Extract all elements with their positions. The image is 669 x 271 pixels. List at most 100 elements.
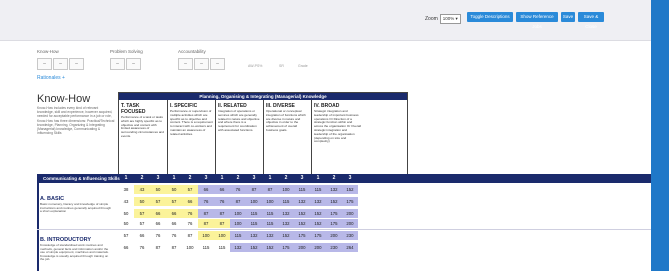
points-cell[interactable]: 152	[294, 219, 310, 228]
points-cell[interactable]: 152	[326, 197, 342, 206]
points-cell[interactable]: 66	[166, 209, 182, 218]
points-cell[interactable]: 100	[230, 209, 246, 218]
points-cell[interactable]: 57	[182, 185, 198, 194]
points-cell[interactable]: 132	[278, 209, 294, 218]
points-cell[interactable]: 57	[166, 197, 182, 206]
points-cell[interactable]: 50	[166, 185, 182, 194]
points-cell[interactable]: 132	[294, 197, 310, 206]
right-scroll-strip[interactable]	[651, 0, 669, 271]
zoom-select[interactable]: 100% ▾	[439, 13, 461, 24]
points-cell[interactable]: 175	[278, 243, 294, 252]
points-cell[interactable]: 100	[214, 231, 230, 240]
points-cell[interactable]: 87	[150, 243, 166, 252]
points-cell[interactable]: 76	[182, 209, 198, 218]
points-cell[interactable]: 87	[182, 231, 198, 240]
points-cell[interactable]: 175	[326, 209, 342, 218]
points-cell[interactable]: 87	[246, 185, 262, 194]
accountability-select-3[interactable]: –	[210, 58, 225, 70]
points-cell[interactable]: 200	[310, 243, 326, 252]
points-cell[interactable]: 50	[118, 209, 134, 218]
points-cell[interactable]: 115	[278, 197, 294, 206]
points-cell[interactable]: 76	[166, 231, 182, 240]
points-cell[interactable]: 87	[214, 209, 230, 218]
points-cell[interactable]: 57	[150, 197, 166, 206]
points-cell[interactable]: 200	[326, 231, 342, 240]
points-cell[interactable]: 100	[198, 231, 214, 240]
points-cell[interactable]: 115	[214, 243, 230, 252]
points-cell[interactable]: 76	[150, 231, 166, 240]
points-cell[interactable]: 152	[310, 209, 326, 218]
points-cell[interactable]: 115	[198, 243, 214, 252]
points-cell[interactable]: 43	[118, 197, 134, 206]
points-cell[interactable]: 87	[198, 209, 214, 218]
show-reference-jobs-button[interactable]: Show Reference Jobs	[516, 12, 558, 29]
aw-ps-field[interactable]: AW-PS%	[248, 64, 262, 68]
points-cell[interactable]: 152	[246, 243, 262, 252]
points-cell[interactable]: 50	[118, 219, 134, 228]
points-cell[interactable]: 100	[182, 243, 198, 252]
points-cell[interactable]: 76	[214, 197, 230, 206]
points-cell[interactable]: 66	[150, 219, 166, 228]
points-cell[interactable]: 87	[230, 197, 246, 206]
points-cell[interactable]: 87	[198, 219, 214, 228]
points-cell[interactable]: 175	[342, 197, 358, 206]
points-cell[interactable]: 115	[262, 219, 278, 228]
toggle-descriptions-button[interactable]: Toggle Descriptions	[467, 12, 513, 22]
points-cell[interactable]: 87	[262, 185, 278, 194]
points-cell[interactable]: 57	[118, 231, 134, 240]
points-cell[interactable]: 66	[118, 243, 134, 252]
points-cell[interactable]: 100	[278, 185, 294, 194]
points-cell[interactable]: 43	[134, 185, 150, 194]
points-cell[interactable]: 66	[198, 185, 214, 194]
points-cell[interactable]: 100	[230, 219, 246, 228]
points-cell[interactable]: 66	[150, 209, 166, 218]
accountability-select-1[interactable]: –	[178, 58, 193, 70]
points-cell[interactable]: 200	[294, 243, 310, 252]
points-cell[interactable]: 132	[278, 219, 294, 228]
points-cell[interactable]: 115	[246, 219, 262, 228]
grade-field[interactable]: Grade	[298, 64, 308, 68]
points-cell[interactable]: 76	[134, 243, 150, 252]
points-cell[interactable]: 175	[326, 219, 342, 228]
points-cell[interactable]: 76	[198, 197, 214, 206]
points-cell[interactable]: 175	[294, 231, 310, 240]
problem-solving-select-2[interactable]: –	[126, 58, 141, 70]
points-cell[interactable]: 152	[262, 243, 278, 252]
points-cell[interactable]: 66	[166, 219, 182, 228]
save-close-button[interactable]: Save & Close	[578, 12, 604, 29]
sr-field[interactable]: SR	[279, 64, 284, 68]
points-cell[interactable]: 230	[326, 243, 342, 252]
points-cell[interactable]: 115	[310, 185, 326, 194]
problem-solving-select-1[interactable]: –	[110, 58, 125, 70]
points-cell[interactable]: 132	[230, 243, 246, 252]
accountability-select-2[interactable]: –	[194, 58, 209, 70]
save-button[interactable]: Save	[561, 12, 575, 22]
points-cell[interactable]: 66	[134, 231, 150, 240]
points-cell[interactable]: 115	[262, 209, 278, 218]
points-cell[interactable]: 132	[246, 231, 262, 240]
know-how-select-2[interactable]: –	[53, 58, 68, 70]
points-cell[interactable]: 115	[230, 231, 246, 240]
points-cell[interactable]: 264	[342, 243, 358, 252]
points-cell[interactable]: 66	[182, 197, 198, 206]
points-cell[interactable]: 152	[278, 231, 294, 240]
points-cell[interactable]: 100	[246, 197, 262, 206]
points-cell[interactable]: 230	[342, 231, 358, 240]
points-cell[interactable]: 200	[342, 219, 358, 228]
points-cell[interactable]: 152	[294, 209, 310, 218]
points-cell[interactable]: 50	[134, 197, 150, 206]
points-cell[interactable]: 76	[182, 219, 198, 228]
points-cell[interactable]: 38	[118, 185, 134, 194]
points-cell[interactable]: 132	[326, 185, 342, 194]
know-how-select-1[interactable]: –	[37, 58, 52, 70]
points-cell[interactable]: 50	[150, 185, 166, 194]
points-cell[interactable]: 175	[310, 231, 326, 240]
know-how-select-3[interactable]: –	[69, 58, 84, 70]
points-cell[interactable]: 152	[342, 185, 358, 194]
points-cell[interactable]: 115	[294, 185, 310, 194]
points-cell[interactable]: 66	[214, 185, 230, 194]
points-cell[interactable]: 100	[262, 197, 278, 206]
points-cell[interactable]: 132	[262, 231, 278, 240]
points-cell[interactable]: 152	[310, 219, 326, 228]
points-cell[interactable]: 200	[342, 209, 358, 218]
